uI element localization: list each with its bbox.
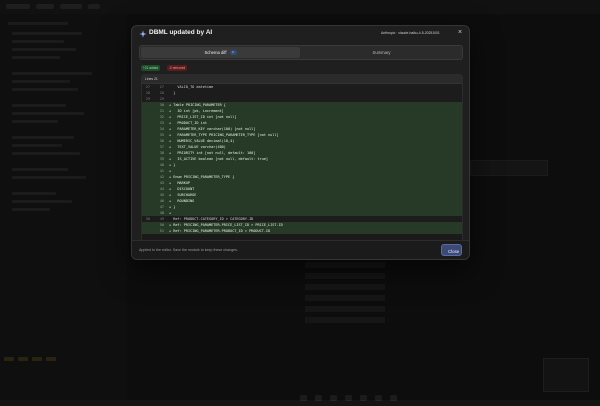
tab-schema-diff-label: Schema diff <box>204 50 227 55</box>
dbml-update-dialog: DBML updated by AI Anthropic · claude-ha… <box>131 25 470 260</box>
footer-note: Applied to the editor. Save the module t… <box>139 248 238 252</box>
tab-summary-label: Summary <box>372 50 391 55</box>
tab-schema-diff-badge: 1 <box>229 50 237 56</box>
removed-count-badge: -0 removed <box>167 65 188 71</box>
dialog-title: DBML updated by AI <box>149 29 213 36</box>
diff-line-added: 51 + Ref: PRICING_PARAMETER.PRODUCT_ID > … <box>142 228 462 234</box>
dialog-header: DBML updated by AI Anthropic · claude-ha… <box>132 26 469 42</box>
close-button[interactable]: Close <box>441 244 462 256</box>
schema-diff-view[interactable]: Lines 21 27 27 VALID_TO datetime 28 28 } 29 2… <box>141 74 463 258</box>
model-label: Anthropic · claude-haiku-4-5-20251001 <box>381 31 440 35</box>
tab-schema-diff[interactable]: Schema diff 1 <box>141 47 300 58</box>
dialog-footer: Applied to the editor. Save the module t… <box>132 240 469 259</box>
added-count-badge: +21 added <box>141 65 161 71</box>
diff-lines: 27 27 VALID_TO datetime 28 28 } 29 29 30 + Tabl… <box>142 84 462 234</box>
ai-sparkle-icon <box>139 30 147 38</box>
dialog-tabs: Schema diff 1 Summary <box>139 45 463 60</box>
diff-code: + Ref: PRICING_PARAMETER.PRODUCT_ID > PR… <box>169 229 271 233</box>
new-line-number: 51 <box>159 229 164 233</box>
close-icon[interactable]: × <box>456 29 464 37</box>
tab-summary[interactable]: Summary <box>302 47 461 58</box>
diff-header: Lines 21 <box>142 75 462 84</box>
